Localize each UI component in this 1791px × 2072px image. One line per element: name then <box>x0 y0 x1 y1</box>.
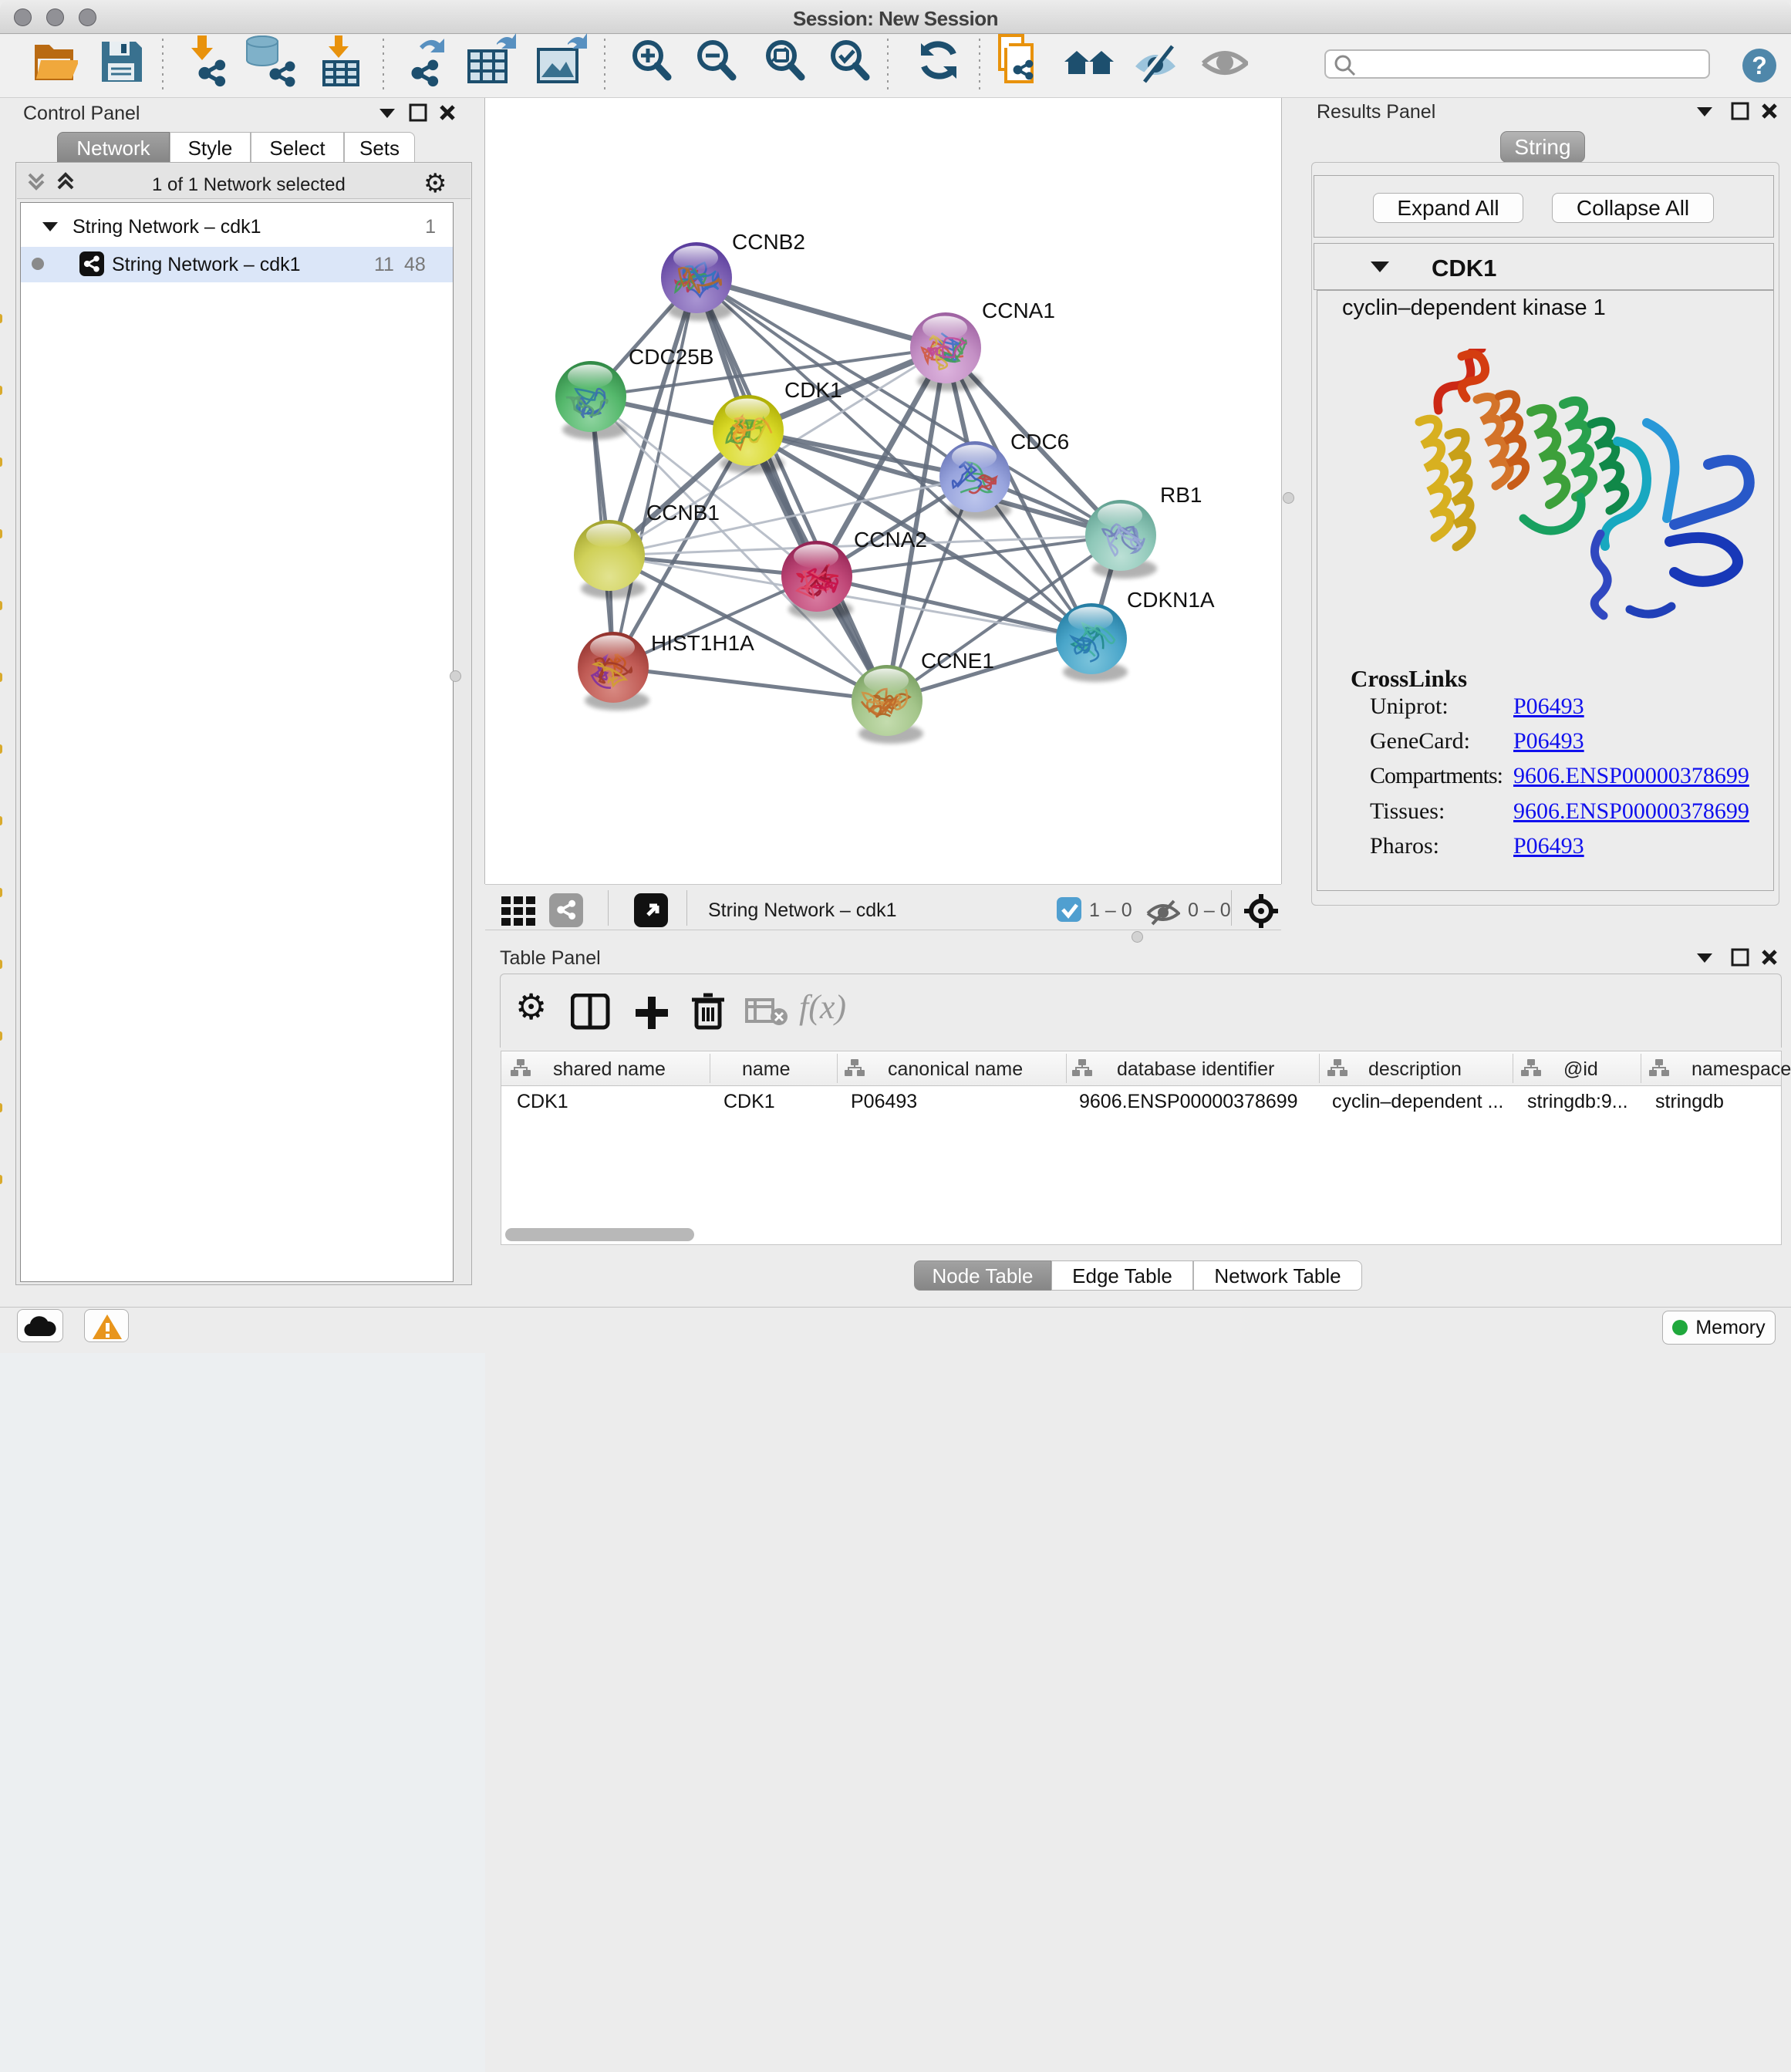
svg-text:CCNA1: CCNA1 <box>982 299 1055 322</box>
svg-text:HIST1H1A: HIST1H1A <box>651 631 754 655</box>
svg-text:CDC25B: CDC25B <box>629 345 713 369</box>
svg-text:CDK1: CDK1 <box>784 378 842 402</box>
svg-text:RB1: RB1 <box>1160 483 1202 507</box>
svg-text:CCNA2: CCNA2 <box>854 528 927 552</box>
svg-text:CCNE1: CCNE1 <box>921 649 994 673</box>
svg-text:CDKN1A: CDKN1A <box>1127 588 1215 612</box>
svg-text:CCNB2: CCNB2 <box>732 230 805 254</box>
svg-text:CCNB1: CCNB1 <box>646 501 720 525</box>
svg-text:CDC6: CDC6 <box>1010 430 1069 454</box>
